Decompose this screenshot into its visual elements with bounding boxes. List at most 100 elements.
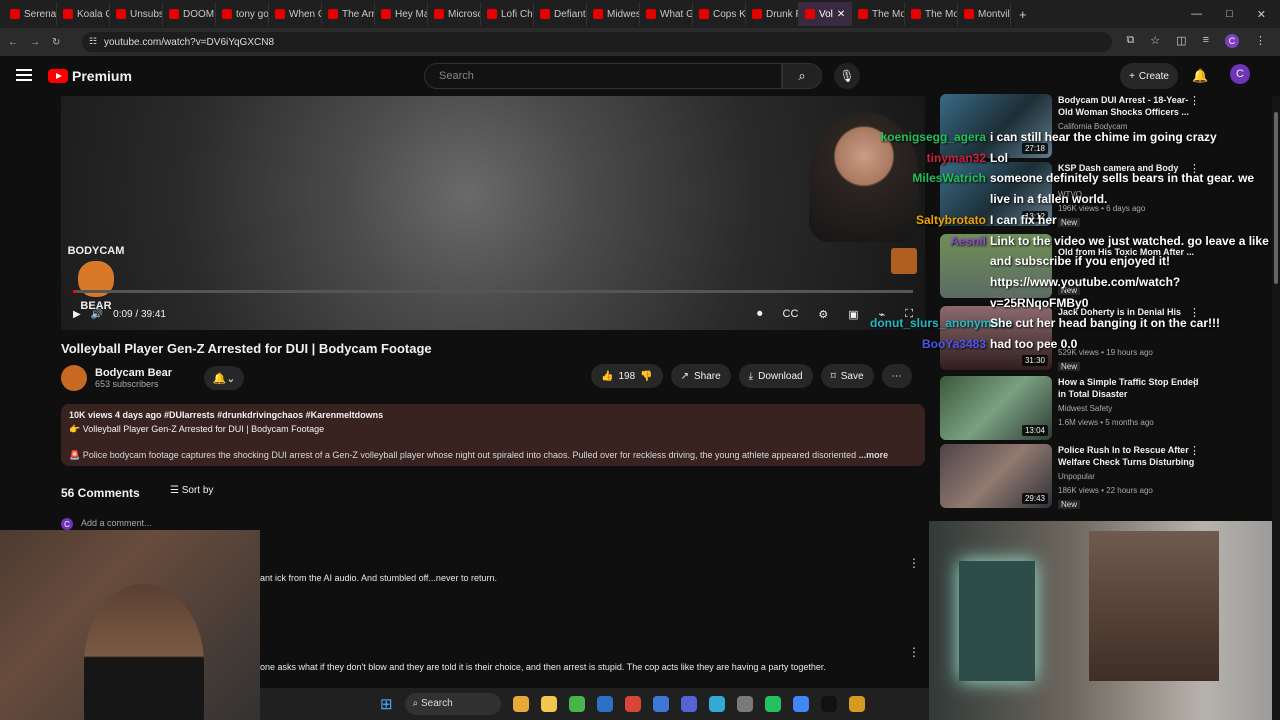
tab-16[interactable]: The Mo [852,2,905,26]
recommended-title[interactable]: Bodycam DUI Arrest - 18-Year-Old Woman S… [1058,94,1203,118]
taskbar-search[interactable]: ⌕ Search [404,693,501,715]
description-meta: 10K views 4 days ago #DUIarrests #drunkd… [69,410,384,420]
thumbs-down-icon[interactable]: 👎 [640,371,652,382]
video-menu-icon[interactable]: ⋮ [1189,94,1200,107]
download-button[interactable]: ⤓ Download [738,364,813,388]
recommended-title[interactable]: How a Simple Traffic Stop Ended in Total… [1058,376,1203,400]
taskbar-app-icon[interactable] [512,696,529,712]
taskbar-app-icon[interactable] [596,696,613,712]
taskbar-app-icon[interactable] [820,696,837,712]
share-button[interactable]: ↗ Share [670,364,731,388]
tab-12[interactable]: What G [640,2,693,26]
tab-0[interactable]: Serena [4,2,57,26]
add-comment-input[interactable]: Add a comment... [81,518,152,530]
tab-18[interactable]: Montvil [958,2,1011,26]
volume-icon[interactable]: 🔊 [91,309,103,320]
video-description[interactable]: 10K views 4 days ago #DUIarrests #drunkd… [61,404,925,466]
tab-6[interactable]: The Arr [322,2,375,26]
reload-icon[interactable]: ↻ [52,37,60,48]
taskbar-app-icon[interactable] [540,696,557,712]
tab-13[interactable]: Cops Ki [693,2,746,26]
play-icon[interactable]: ▶ [73,309,81,320]
bookmark-star-icon[interactable]: ☆ [1150,34,1160,48]
stream-chat-overlay: koenigsegg_agera i can still hear the chi… [870,127,1275,357]
taskbar-app-icon[interactable] [736,696,753,712]
site-info-icon[interactable]: ☷ [89,36,97,47]
taskbar-app-icon[interactable] [624,696,641,712]
notification-button[interactable]: 🔔 ⌄ [204,366,245,390]
youtube-premium-logo[interactable]: Premium [48,68,132,84]
taskbar-app-icon[interactable] [792,696,809,712]
address-text: youtube.com/watch?v=DV6iYqGXCN8 [104,36,274,48]
captions-icon[interactable]: CC [783,308,799,321]
page-scrollbar[interactable] [1272,96,1280,720]
taskbar-app-icon[interactable] [568,696,585,712]
autoplay-toggle-icon[interactable]: ⏺ [757,308,763,321]
like-button[interactable]: 👍 198 👎 [591,364,663,388]
install-icon[interactable]: ⧉ [1126,34,1134,48]
sort-by-button[interactable]: ☰ Sort by [170,485,213,496]
hamburger-menu-icon[interactable] [16,69,32,81]
taskbar-app-icon[interactable] [652,696,669,712]
comment-menu-icon[interactable]: ⋮ [908,556,920,570]
video-menu-icon[interactable]: ⋮ [1189,376,1200,389]
tab-10[interactable]: Defiant [534,2,587,26]
taskbar-app-icon[interactable] [764,696,781,712]
back-icon[interactable]: ← [8,37,18,48]
forward-icon[interactable]: → [30,37,40,48]
save-button[interactable]: ⌑ Save [820,364,874,388]
minimize-icon[interactable]: — [1191,8,1202,21]
youtube-search-input[interactable]: Search [424,63,782,89]
recommended-video[interactable]: 29:43 Police Rush In to Rescue After Wel… [940,444,1270,510]
comment-menu-icon[interactable]: ⋮ [908,645,920,659]
tab-7[interactable]: Hey Ma [375,2,428,26]
tab-14[interactable]: Drunk F [746,2,799,26]
tab-17[interactable]: The Mo [905,2,958,26]
video-menu-icon[interactable]: ⋮ [1189,444,1200,457]
new-tab-icon[interactable]: + [1019,7,1027,22]
scroll-thumb[interactable] [1274,112,1278,284]
more-actions-icon[interactable]: ⋯ [881,364,912,388]
browser-menu-icon[interactable]: ⋮ [1255,34,1266,48]
taskbar-app-icon[interactable] [708,696,725,712]
media-icon[interactable]: ≡ [1203,34,1209,48]
video-progress-bar[interactable] [73,290,913,293]
windows-start-icon[interactable]: ⊞ [380,695,393,713]
search-icon[interactable]: ⌕ [782,63,822,89]
video-player[interactable]: BODYCAM BEAR ▶ 🔊 0:09 / 39:41 ⏺ CC ⚙ ▣ ⌁… [61,96,925,330]
taskbar-app-icon[interactable] [680,696,697,712]
video-thumbnail[interactable]: 13:04 [940,376,1052,440]
add-comment-row[interactable]: C Add a comment... [61,518,921,530]
profile-avatar[interactable]: C [1225,34,1239,48]
address-field[interactable]: ☷ youtube.com/watch?v=DV6iYqGXCN8 [82,32,1112,52]
settings-icon[interactable]: ⚙ [818,308,828,321]
tab-9[interactable]: Lofi Chi [481,2,534,26]
notifications-bell-icon[interactable]: 🔔 [1192,68,1208,84]
close-window-icon[interactable]: ✕ [1257,8,1266,21]
tab-2[interactable]: Unsubs [110,2,163,26]
tab-8[interactable]: Microso [428,2,481,26]
video-actions: 👍 198 👎 ↗ Share ⤓ Download ⌑ Save ⋯ [591,364,912,388]
tab-1[interactable]: Koala G [57,2,110,26]
tab-active-video[interactable]: Vol ✕ [799,2,852,26]
channel-name[interactable]: Bodycam Bear [95,367,172,379]
microphone-icon[interactable]: 🎙 [834,63,860,89]
maximize-icon[interactable]: □ [1226,8,1233,21]
create-button[interactable]: + Create [1120,63,1178,89]
miniplayer-icon[interactable]: ▣ [848,308,858,321]
recommended-video[interactable]: 13:04 How a Simple Traffic Stop Ended in… [940,376,1270,442]
tab-5[interactable]: When C [269,2,322,26]
tab-4[interactable]: tony go [216,2,269,26]
show-more-link[interactable]: ...more [859,450,889,460]
video-thumbnail[interactable]: 29:43 [940,444,1052,508]
taskbar-app-icon[interactable] [848,696,865,712]
extensions-icon[interactable]: ◫ [1176,34,1186,48]
close-tab-icon[interactable]: ✕ [837,9,845,20]
tab-11[interactable]: Midwes [587,2,640,26]
recommended-channel: Midwest Safety [1058,404,1113,413]
recommended-title[interactable]: Police Rush In to Rescue After Welfare C… [1058,444,1203,468]
video-duration: 13:04 [1021,425,1048,436]
tab-3[interactable]: DOOM [163,2,216,26]
channel-avatar[interactable] [61,365,87,391]
user-avatar[interactable]: C [1230,64,1250,84]
